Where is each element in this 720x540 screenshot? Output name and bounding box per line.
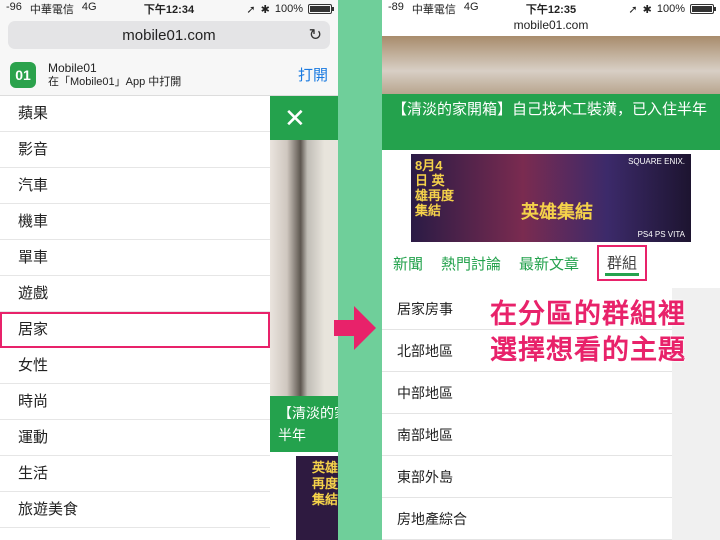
tab-3[interactable]: 群組 bbox=[597, 245, 648, 281]
active-tab-underline bbox=[605, 273, 640, 276]
menu-item-5[interactable]: 遊戲 bbox=[0, 276, 270, 312]
right-arrow-icon bbox=[334, 306, 376, 350]
carrier-name: 中華電信 bbox=[411, 4, 456, 16]
menu-item-9[interactable]: 運動 bbox=[0, 420, 270, 456]
carrier-name: 中華電信 bbox=[29, 4, 74, 16]
group-item-2[interactable]: 中部地區 bbox=[382, 372, 672, 414]
menu-item-10[interactable]: 生活 bbox=[0, 456, 270, 492]
ad-banner[interactable]: 8月4日 英雄再度集結 英雄集結 SQUARE ENIX. PS4 PS VIT… bbox=[382, 150, 720, 242]
content-drawer-peek: ✕ 【清淡的家開箱】 半年 英雄再度集結 bbox=[270, 96, 338, 540]
tab-1[interactable]: 熱門討論 bbox=[441, 253, 501, 274]
location-icon: ➚ bbox=[246, 3, 256, 16]
menu-item-11[interactable]: 旅遊美食 bbox=[0, 492, 270, 528]
reload-icon[interactable]: ↻ bbox=[309, 25, 322, 45]
network-type: 4G bbox=[81, 1, 97, 13]
right-phone-screen: -89 中華電信 4G 下午12:35 ➚ ✱ 100% mobile01.co… bbox=[382, 0, 720, 540]
drawer-title-line2: 半年 bbox=[278, 427, 306, 443]
drawer-ad-banner[interactable]: 英雄再度集結 bbox=[296, 456, 338, 540]
section-tabs: 新聞 熱門討論 最新文章 群組 bbox=[382, 242, 720, 284]
battery-percent: 100% bbox=[274, 3, 303, 15]
app-banner: 01 Mobile01 在「Mobile01」App 中打開 打開 bbox=[0, 54, 338, 96]
banner-app-name: Mobile01 bbox=[48, 60, 97, 75]
menu-item-8[interactable]: 時尚 bbox=[0, 384, 270, 420]
drawer-header: ✕ bbox=[270, 96, 338, 140]
article-title[interactable]: 【清淡的家開箱】自己找木工裝潢，已入住半年 bbox=[382, 94, 720, 150]
tab-0[interactable]: 新聞 bbox=[393, 253, 423, 274]
article-photo bbox=[382, 36, 720, 94]
instruction-overlay: 在分區的群組裡 選擇想看的主題 bbox=[490, 296, 686, 368]
menu-item-6[interactable]: 居家 bbox=[0, 312, 270, 348]
location-icon: ➚ bbox=[628, 3, 638, 16]
menu-item-4[interactable]: 單車 bbox=[0, 240, 270, 276]
ad-publisher-text: SQUARE ENIX. bbox=[628, 157, 685, 166]
left-phone-screen: -96 中華電信 4G 下午12:34 ➚ ✱ 100% mobile01.co… bbox=[0, 0, 338, 540]
bluetooth-icon: ✱ bbox=[260, 3, 270, 16]
ad-date-text: 8月4日 英雄再度集結 bbox=[415, 158, 455, 218]
status-bar: -96 中華電信 4G 下午12:34 ➚ ✱ 100% bbox=[0, 0, 338, 18]
group-item-5[interactable]: 房地產綜合 bbox=[382, 498, 672, 540]
status-bar: -89 中華電信 4G 下午12:35 ➚ ✱ 100% bbox=[382, 0, 720, 18]
close-icon[interactable]: ✕ bbox=[284, 103, 306, 133]
bluetooth-icon: ✱ bbox=[642, 3, 652, 16]
drawer-article-title[interactable]: 【清淡的家開箱】 半年 bbox=[270, 396, 338, 452]
ad-image: 8月4日 英雄再度集結 英雄集結 SQUARE ENIX. PS4 PS VIT… bbox=[411, 154, 691, 242]
menu-item-7[interactable]: 女性 bbox=[0, 348, 270, 384]
tab-label: 群組 bbox=[607, 255, 638, 272]
signal-strength: -89 bbox=[388, 1, 404, 13]
battery-percent: 100% bbox=[656, 3, 685, 15]
article-photo bbox=[270, 140, 338, 396]
url-field[interactable]: mobile01.com ↻ bbox=[8, 21, 330, 49]
url-text[interactable]: mobile01.com bbox=[382, 18, 720, 36]
battery-icon bbox=[690, 4, 716, 14]
tab-2[interactable]: 最新文章 bbox=[519, 253, 579, 274]
drawer-title-line1: 【清淡的家開箱】 bbox=[278, 405, 338, 421]
overlay-line1: 在分區的群組裡 bbox=[490, 299, 686, 329]
drawer-ad-text: 英雄再度集結 bbox=[312, 460, 338, 507]
group-item-3[interactable]: 南部地區 bbox=[382, 414, 672, 456]
menu-item-3[interactable]: 機車 bbox=[0, 204, 270, 240]
banner-subtitle: 在「Mobile01」App 中打開 bbox=[48, 75, 182, 88]
group-item-4[interactable]: 東部外島 bbox=[382, 456, 672, 498]
url-text: mobile01.com bbox=[122, 26, 216, 44]
network-type: 4G bbox=[463, 1, 479, 13]
battery-icon bbox=[308, 4, 334, 14]
menu-item-1[interactable]: 影音 bbox=[0, 132, 270, 168]
mobile01-app-icon: 01 bbox=[10, 61, 36, 88]
signal-strength: -96 bbox=[6, 1, 22, 13]
menu-item-2[interactable]: 汽車 bbox=[0, 168, 270, 204]
address-bar: mobile01.com ↻ bbox=[0, 18, 338, 54]
ad-platform-text: PS4 PS VITA bbox=[637, 230, 685, 239]
category-menu: 蘋果 影音 汽車 機車 單車 遊戲 居家 女性 時尚 運動 生活 旅遊美食 bbox=[0, 96, 270, 528]
open-app-button[interactable]: 打開 bbox=[298, 64, 328, 85]
overlay-line2: 選擇想看的主題 bbox=[490, 335, 686, 365]
menu-item-0[interactable]: 蘋果 bbox=[0, 96, 270, 132]
ad-title-text: 英雄集結 bbox=[521, 202, 593, 222]
